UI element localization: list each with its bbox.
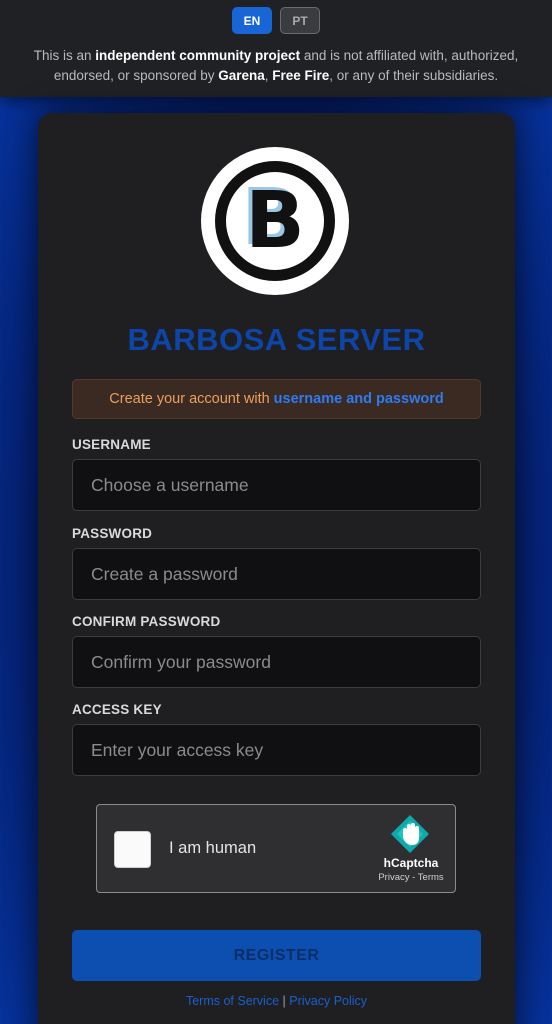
disclaimer-emphasis: independent community project xyxy=(95,48,301,63)
username-label: USERNAME xyxy=(72,437,151,452)
access-key-label: ACCESS KEY xyxy=(72,702,162,717)
confirm-password-label: CONFIRM PASSWORD xyxy=(72,614,221,629)
disclaimer-emphasis: Garena xyxy=(218,68,265,83)
hcaptcha-hand-icon xyxy=(391,815,429,853)
password-input[interactable] xyxy=(72,548,481,600)
username-input[interactable] xyxy=(72,459,481,511)
language-en-button[interactable]: EN xyxy=(232,7,272,34)
hcaptcha-privacy-link[interactable]: Privacy xyxy=(378,872,409,883)
terms-of-service-link[interactable]: Terms of Service xyxy=(186,994,279,1008)
register-button[interactable]: REGISTER xyxy=(72,930,481,981)
captcha-checkbox[interactable] xyxy=(114,831,151,868)
notice-text: Create your account with xyxy=(109,391,270,407)
disclaimer-text: This is an independent community project… xyxy=(20,46,532,86)
logo-letter: B xyxy=(226,172,324,270)
disclaimer-emphasis: Free Fire xyxy=(272,68,330,83)
captcha-label: I am human xyxy=(169,839,257,857)
hcaptcha-terms-link[interactable]: Terms xyxy=(418,872,444,883)
disclaimer-part: This is an xyxy=(33,48,96,63)
footer-separator: | xyxy=(279,994,290,1008)
hcaptcha-brand: hCaptcha xyxy=(383,856,439,870)
disclaimer-part: , or any of their subsidiaries. xyxy=(329,68,499,83)
password-label: PASSWORD xyxy=(72,526,153,541)
server-logo: B xyxy=(201,147,349,295)
hcaptcha-links: Privacy - Terms xyxy=(357,872,465,883)
footer-links: Terms of Service | Privacy Policy xyxy=(38,994,515,1008)
logo-ring: B xyxy=(215,161,335,281)
access-key-input[interactable] xyxy=(72,724,481,776)
confirm-password-input[interactable] xyxy=(72,636,481,688)
language-pt-button[interactable]: PT xyxy=(280,7,320,34)
page-title: BARBOSA SERVER xyxy=(127,322,426,357)
language-switcher: EN PT xyxy=(0,7,552,34)
hcaptcha-link-separator: - xyxy=(409,872,418,883)
notice-highlight: username and password xyxy=(273,391,444,407)
info-notice: Create your account with username and pa… xyxy=(72,379,481,419)
hcaptcha-widget: I am human hCaptcha Privacy - Terms xyxy=(96,804,456,893)
top-banner: EN PT This is an independent community p… xyxy=(0,0,552,97)
privacy-policy-link[interactable]: Privacy Policy xyxy=(289,994,367,1008)
